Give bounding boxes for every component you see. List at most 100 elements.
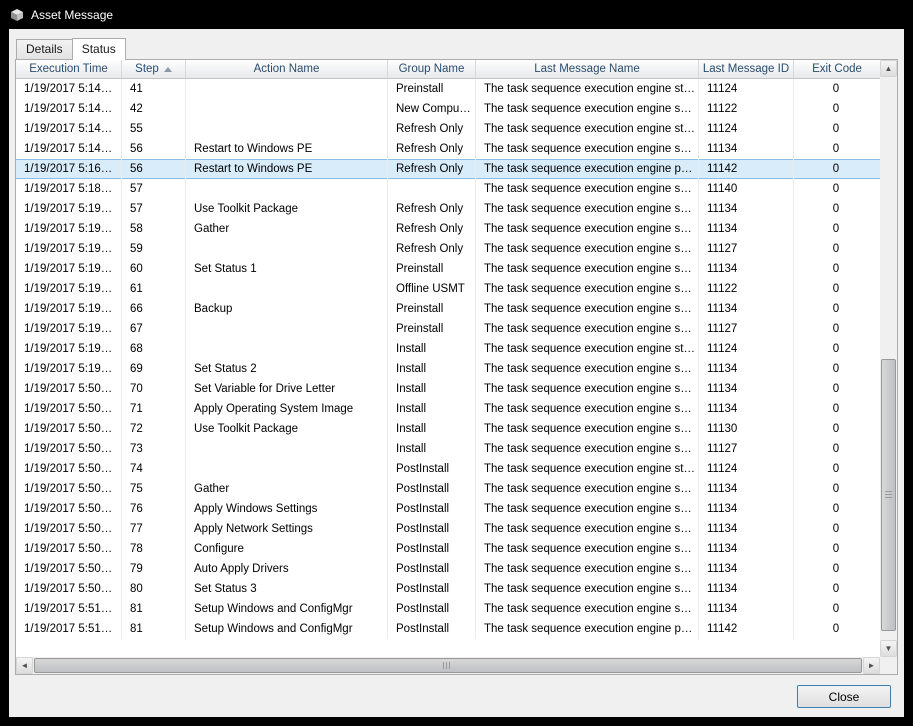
cell-message: The task sequence execution engine p… <box>476 619 699 639</box>
table-row[interactable]: 1/19/2017 5:50…73InstallThe task sequenc… <box>16 439 880 459</box>
vertical-scrollbar[interactable]: ▲ ▼ <box>880 60 897 657</box>
column-header-execution-time[interactable]: Execution Time <box>16 60 122 79</box>
cell-exit: 0 <box>794 279 880 299</box>
cell-exit: 0 <box>794 339 880 359</box>
cell-time: 1/19/2017 5:51… <box>16 619 122 639</box>
cell-step: 57 <box>122 199 186 219</box>
horizontal-scrollbar[interactable]: ◄ ► <box>16 657 880 674</box>
cell-exit: 0 <box>794 379 880 399</box>
cell-time: 1/19/2017 5:14… <box>16 79 122 99</box>
cell-time: 1/19/2017 5:16… <box>16 159 122 179</box>
column-header-last-message-name[interactable]: Last Message Name <box>476 60 699 79</box>
table-row[interactable]: 1/19/2017 5:50…78ConfigurePostInstallThe… <box>16 539 880 559</box>
table-row[interactable]: 1/19/2017 5:19…59Refresh OnlyThe task se… <box>16 239 880 259</box>
cell-message: The task sequence execution engine s… <box>476 319 699 339</box>
cell-time: 1/19/2017 5:50… <box>16 419 122 439</box>
cell-action: Use Toolkit Package <box>186 419 388 439</box>
cell-id: 11127 <box>699 319 794 339</box>
cell-time: 1/19/2017 5:50… <box>16 519 122 539</box>
table-row[interactable]: 1/19/2017 5:50…75GatherPostInstallThe ta… <box>16 479 880 499</box>
table-row[interactable]: 1/19/2017 5:50…72Use Toolkit PackageInst… <box>16 419 880 439</box>
table-row[interactable]: 1/19/2017 5:50…80Set Status 3PostInstall… <box>16 579 880 599</box>
cell-time: 1/19/2017 5:19… <box>16 279 122 299</box>
cell-time: 1/19/2017 5:50… <box>16 379 122 399</box>
cell-exit: 0 <box>794 359 880 379</box>
table-row[interactable]: 1/19/2017 5:50…77Apply Network SettingsP… <box>16 519 880 539</box>
cell-id: 11134 <box>699 379 794 399</box>
cell-action <box>186 459 388 479</box>
table-row[interactable]: 1/19/2017 5:51…81Setup Windows and Confi… <box>16 619 880 639</box>
tab-details[interactable]: Details <box>16 39 73 59</box>
vertical-scroll-thumb[interactable] <box>881 359 896 631</box>
table-row[interactable]: 1/19/2017 5:50…70Set Variable for Drive … <box>16 379 880 399</box>
table-row[interactable]: 1/19/2017 5:50…71Apply Operating System … <box>16 399 880 419</box>
cell-step: 42 <box>122 99 186 119</box>
horizontal-scroll-track[interactable] <box>33 657 863 674</box>
cell-step: 74 <box>122 459 186 479</box>
scroll-down-button[interactable]: ▼ <box>880 640 897 657</box>
cell-action: Set Status 3 <box>186 579 388 599</box>
cell-time: 1/19/2017 5:50… <box>16 499 122 519</box>
scroll-left-button[interactable]: ◄ <box>16 657 33 674</box>
table-row[interactable]: 1/19/2017 5:18…57The task sequence execu… <box>16 179 880 199</box>
cell-id: 11140 <box>699 179 794 199</box>
table-row[interactable]: 1/19/2017 5:14…42New Compu…The task sequ… <box>16 99 880 119</box>
table-row[interactable]: 1/19/2017 5:14…56Restart to Windows PERe… <box>16 139 880 159</box>
cell-exit: 0 <box>794 579 880 599</box>
table-row[interactable]: 1/19/2017 5:19…60Set Status 1PreinstallT… <box>16 259 880 279</box>
cell-step: 61 <box>122 279 186 299</box>
cell-group: Install <box>388 399 476 419</box>
cell-time: 1/19/2017 5:50… <box>16 579 122 599</box>
column-header-last-message-id[interactable]: Last Message ID <box>699 60 794 79</box>
table-row[interactable]: 1/19/2017 5:19…58GatherRefresh OnlyThe t… <box>16 219 880 239</box>
cell-message: The task sequence execution engine s… <box>476 419 699 439</box>
cell-message: The task sequence execution engine s… <box>476 579 699 599</box>
table-row[interactable]: 1/19/2017 5:50…74PostInstallThe task seq… <box>16 459 880 479</box>
column-header-step[interactable]: Step <box>122 60 186 79</box>
table-row[interactable]: 1/19/2017 5:19…69Set Status 2InstallThe … <box>16 359 880 379</box>
cell-time: 1/19/2017 5:14… <box>16 99 122 119</box>
cell-time: 1/19/2017 5:50… <box>16 539 122 559</box>
cell-time: 1/19/2017 5:19… <box>16 219 122 239</box>
cell-time: 1/19/2017 5:19… <box>16 299 122 319</box>
cell-time: 1/19/2017 5:19… <box>16 259 122 279</box>
vertical-scroll-track[interactable] <box>880 77 897 640</box>
close-button[interactable]: Close <box>797 685 891 708</box>
cell-step: 56 <box>122 139 186 159</box>
cell-group: PostInstall <box>388 519 476 539</box>
table-row[interactable]: 1/19/2017 5:50…79Auto Apply DriversPostI… <box>16 559 880 579</box>
table-row[interactable]: 1/19/2017 5:19…61Offline USMTThe task se… <box>16 279 880 299</box>
table-row[interactable]: 1/19/2017 5:50…76Apply Windows SettingsP… <box>16 499 880 519</box>
cell-action <box>186 239 388 259</box>
column-header-group-name[interactable]: Group Name <box>388 60 476 79</box>
column-header-label: Execution Time <box>29 63 108 75</box>
cell-step: 70 <box>122 379 186 399</box>
table-row[interactable]: 1/19/2017 5:51…81Setup Windows and Confi… <box>16 599 880 619</box>
cell-exit: 0 <box>794 499 880 519</box>
cell-id: 11134 <box>699 559 794 579</box>
table-row[interactable]: 1/19/2017 5:14…55Refresh OnlyThe task se… <box>16 119 880 139</box>
scroll-right-button[interactable]: ► <box>863 657 880 674</box>
cell-time: 1/19/2017 5:50… <box>16 399 122 419</box>
scroll-up-button[interactable]: ▲ <box>880 60 897 77</box>
table-row[interactable]: 1/19/2017 5:19…66BackupPreinstallThe tas… <box>16 299 880 319</box>
cell-time: 1/19/2017 5:18… <box>16 179 122 199</box>
cell-group: PostInstall <box>388 459 476 479</box>
cell-action <box>186 439 388 459</box>
column-header-exit-code[interactable]: Exit Code <box>794 60 880 79</box>
table-row[interactable]: 1/19/2017 5:16…56Restart to Windows PERe… <box>16 159 880 179</box>
cell-id: 11134 <box>699 259 794 279</box>
table-row[interactable]: 1/19/2017 5:19…68InstallThe task sequenc… <box>16 339 880 359</box>
table-row[interactable]: 1/19/2017 5:19…57Use Toolkit PackageRefr… <box>16 199 880 219</box>
cell-group: Preinstall <box>388 79 476 99</box>
cell-step: 59 <box>122 239 186 259</box>
table-row[interactable]: 1/19/2017 5:14…41PreinstallThe task sequ… <box>16 79 880 99</box>
tab-status[interactable]: Status <box>72 38 126 60</box>
table-row[interactable]: 1/19/2017 5:19…67PreinstallThe task sequ… <box>16 319 880 339</box>
cell-step: 81 <box>122 599 186 619</box>
titlebar[interactable]: Asset Message <box>1 1 912 29</box>
cell-id: 11130 <box>699 419 794 439</box>
horizontal-scroll-thumb[interactable] <box>34 658 862 673</box>
column-header-action-name[interactable]: Action Name <box>186 60 388 79</box>
window-title: Asset Message <box>31 8 113 22</box>
